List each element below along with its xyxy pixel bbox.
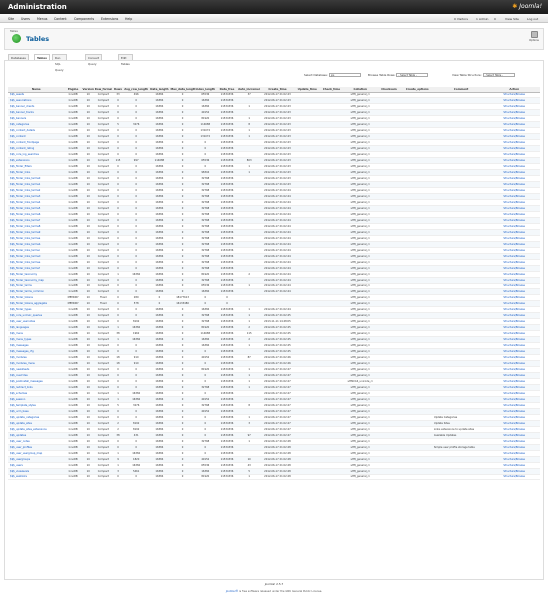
table-cell <box>400 474 434 481</box>
joomla-link[interactable]: Joomla!® <box>226 590 238 593</box>
browse-rows-label: Browse Table Rows: <box>368 73 396 77</box>
table-cell: 10 <box>81 474 95 481</box>
footer: Joomla!® is free software released under… <box>0 590 548 593</box>
table-cell: 1 <box>238 474 261 481</box>
database-filter: Select Database: jos <box>304 73 361 77</box>
menu-users[interactable]: Users <box>21 17 30 21</box>
options-label: Options <box>529 39 539 42</box>
status-visitors: 0 Visitors <box>454 16 468 21</box>
table-structure-select[interactable]: - Select Table - <box>482 73 515 77</box>
table-cell: 0 <box>124 474 149 481</box>
table-cell: Compact <box>94 474 112 481</box>
table-cell <box>294 474 320 481</box>
table-structure-filter: View Table Structure: - Select Table - <box>452 73 515 77</box>
status-messages[interactable]: 0 <box>494 17 496 21</box>
table-cell: 81920 <box>194 474 216 481</box>
status-admins: 1 Admin <box>476 16 489 21</box>
menu-content[interactable]: Content <box>54 17 67 21</box>
database-select[interactable]: jos <box>328 73 361 77</box>
joomla-logo-text: Joomla! <box>519 3 542 10</box>
browse-rows-filter: Browse Table Rows: - Select Table - <box>368 73 429 77</box>
table-comment <box>433 474 489 481</box>
database-icon <box>12 34 21 43</box>
admin-header: Administration ✱ Joomla! <box>0 0 548 14</box>
table-cell: 16384 <box>148 474 171 481</box>
toolbar-box <box>4 28 544 50</box>
options-icon <box>530 31 538 38</box>
table-cell: 0 <box>170 474 195 481</box>
admin-title: Administration <box>8 3 67 11</box>
component-icon-label: Tables <box>10 30 18 33</box>
logout-link[interactable]: Log out <box>527 17 538 21</box>
browse-rows-select[interactable]: - Select Table - <box>396 73 429 77</box>
table-name-link[interactable]: $$$_weblinks <box>8 474 65 481</box>
pagination: Joomla! 2.5.7 <box>264 582 284 586</box>
database-filter-label: Select Database: <box>304 73 328 77</box>
page-title: Tables <box>26 35 50 43</box>
table-cell <box>319 474 344 481</box>
menu-extensions[interactable]: Extensions <box>101 17 118 21</box>
footer-text: is free software released under the GNU … <box>238 590 323 593</box>
options-button[interactable]: Options <box>528 31 540 42</box>
structure-browse-link[interactable]: Structure/Browse <box>488 474 540 481</box>
table-cell: 0 <box>111 474 125 481</box>
menu-help[interactable]: Help <box>125 17 132 21</box>
joomla-logo-icon: ✱ <box>512 3 518 10</box>
table-cell: 2012-06-17 21:02:48 <box>260 474 295 481</box>
joomla-logo: ✱ Joomla! <box>512 3 542 10</box>
table-structure-label: View Table Structure: <box>452 73 482 77</box>
tables-list: Name Engine Version Row_format Rows Avg_row_l… <box>8 87 540 481</box>
menu-menus[interactable]: Menus <box>37 17 47 21</box>
table-cell: 11534336 <box>215 474 239 481</box>
table-cell: InnoDB <box>64 474 82 481</box>
menu-site[interactable]: Site <box>8 17 14 21</box>
main-menu-bar: Site Users Menus Content Components Exte… <box>0 14 548 23</box>
table-cell: utf8_general_ci <box>343 474 378 481</box>
table-row: $$$_weblinks InnoDB 10 Compact 0 0 16384 0 81920… <box>8 474 540 481</box>
menu-components[interactable]: Components <box>74 17 94 21</box>
table-cell <box>377 474 401 481</box>
view-site-link[interactable]: View Site <box>505 17 519 21</box>
